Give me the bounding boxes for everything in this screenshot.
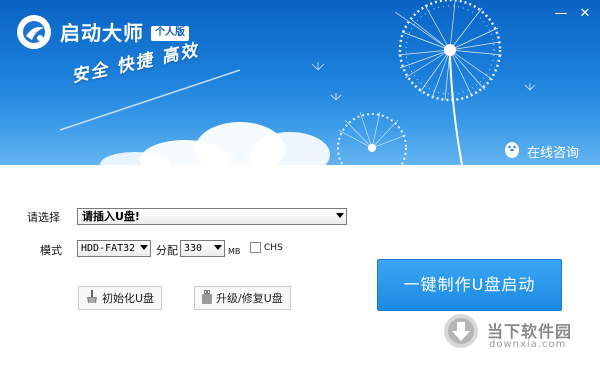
- broom-icon: [86, 289, 98, 307]
- close-button[interactable]: ✕: [576, 6, 594, 22]
- app-logo-icon: [16, 14, 52, 50]
- alloc-unit: MB: [228, 247, 241, 256]
- chevron-down-icon: [214, 245, 222, 250]
- init-usb-label: 初始化U盘: [102, 292, 155, 305]
- chevron-down-icon: [140, 245, 148, 250]
- alloc-size-select[interactable]: 330: [180, 240, 225, 257]
- usb-drive-select-value: 请插入U盘!: [82, 210, 140, 223]
- minimize-button[interactable]: —: [552, 6, 570, 22]
- usb-drive-icon: [202, 289, 212, 307]
- chevron-down-icon: [336, 213, 344, 218]
- upgrade-repair-button[interactable]: 升级/修复U盘: [194, 286, 291, 310]
- chs-checkbox[interactable]: [250, 242, 261, 253]
- init-usb-button[interactable]: 初始化U盘: [78, 286, 163, 310]
- chs-label: CHS: [264, 243, 283, 253]
- online-consult-link[interactable]: 在线咨询: [502, 139, 579, 163]
- mode-label: 模式: [40, 244, 62, 257]
- alloc-size-value: 330: [184, 243, 203, 254]
- upgrade-repair-label: 升级/修复U盘: [216, 292, 283, 305]
- alloc-label: 分配: [156, 244, 178, 257]
- header-banner: 启动大师 个人版 安全 快捷 高效 — ✕ 在线咨询: [0, 0, 600, 165]
- consult-label: 在线咨询: [527, 145, 580, 161]
- make-boot-usb-button[interactable]: 一键制作U盘启动: [377, 259, 562, 311]
- penguin-chat-icon: [502, 139, 522, 163]
- watermark-url: downxia.com: [489, 339, 567, 350]
- usb-drive-select[interactable]: 请插入U盘!: [77, 208, 347, 225]
- mode-select-value: HDD-FAT32: [81, 243, 136, 254]
- download-watermark-icon: [443, 313, 479, 353]
- mode-select[interactable]: HDD-FAT32: [77, 240, 151, 257]
- app-title: 启动大师: [60, 21, 144, 45]
- select-label: 请选择: [27, 211, 60, 224]
